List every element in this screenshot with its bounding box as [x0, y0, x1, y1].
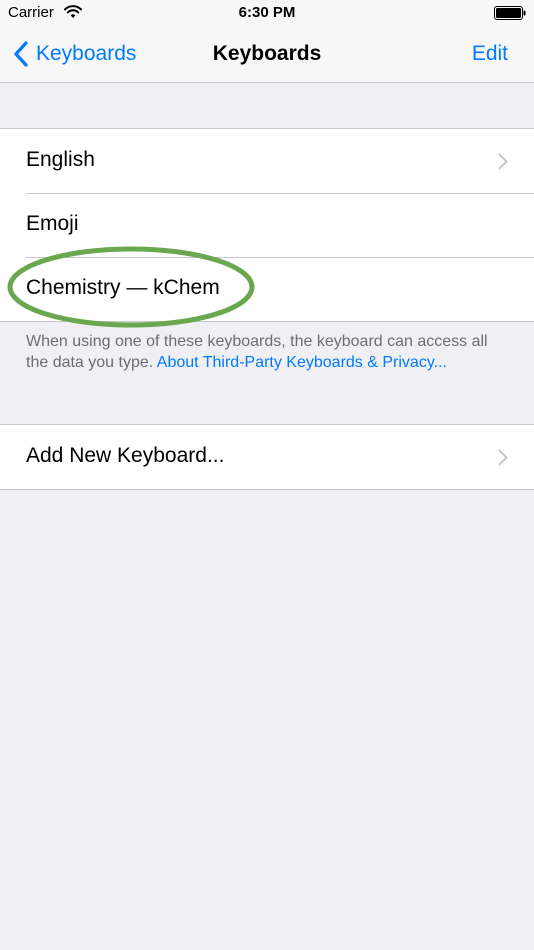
list-item-label: English: [26, 148, 95, 171]
keyboards-list: English Emoji Chemistry — kChem: [0, 128, 534, 322]
navigation-bar: Keyboards Keyboards Edit: [0, 26, 534, 83]
privacy-note: When using one of these keyboards, the k…: [26, 331, 511, 373]
list-item-label: Emoji: [26, 212, 79, 235]
privacy-link[interactable]: About Third-Party Keyboards & Privacy...: [157, 354, 447, 371]
battery-icon: [494, 6, 526, 20]
status-bar: Carrier 6:30 PM: [0, 0, 534, 26]
page-title: Keyboards: [212, 42, 322, 65]
add-keyboard-group: Add New Keyboard...: [0, 424, 534, 490]
status-time: 6:30 PM: [238, 4, 296, 21]
chevron-right-icon: [498, 449, 508, 466]
edit-button[interactable]: Edit: [472, 42, 508, 66]
add-new-keyboard-label: Add New Keyboard...: [26, 444, 225, 467]
list-item-english[interactable]: English: [0, 129, 534, 193]
chevron-right-icon: [498, 153, 508, 170]
list-item-label: Chemistry — kChem: [26, 276, 220, 299]
add-new-keyboard-row[interactable]: Add New Keyboard...: [0, 425, 534, 489]
list-item-chemistry[interactable]: Chemistry — kChem: [0, 257, 534, 321]
list-item-emoji[interactable]: Emoji: [0, 193, 534, 257]
